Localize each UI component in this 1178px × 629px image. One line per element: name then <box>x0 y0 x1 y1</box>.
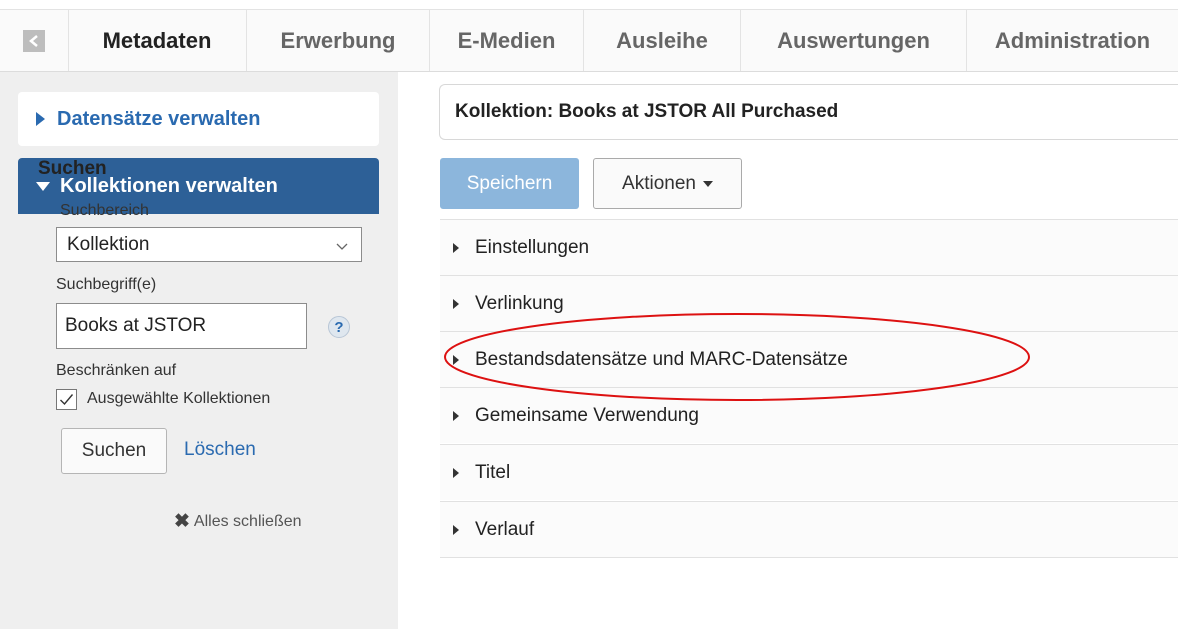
search-section-title: Suchen <box>38 158 107 179</box>
clear-search-link[interactable]: Löschen <box>184 439 256 461</box>
close-all-label: Alles schließen <box>193 512 302 530</box>
tab-administration[interactable]: Administration <box>967 10 1178 71</box>
sidebar: Datensätze verwalten Kollektionen verwal… <box>0 72 398 629</box>
search-term-label: Suchbegriff(e) <box>56 276 157 293</box>
checkmark-icon <box>60 394 74 406</box>
sidebar-item-datensaetze-verwalten[interactable]: Datensätze verwalten <box>18 92 379 146</box>
section-gemeinsame-verwendung[interactable]: Gemeinsame Verwendung <box>440 387 1178 443</box>
top-strip <box>0 0 1178 9</box>
chevron-down-icon <box>335 237 349 259</box>
tab-metadaten[interactable]: Metadaten <box>68 10 247 71</box>
search-button[interactable]: Suchen <box>61 428 167 474</box>
search-scope-select[interactable]: Kollektion <box>56 227 362 262</box>
tab-e-medien[interactable]: E-Medien <box>430 10 584 71</box>
search-scope-value: Kollektion <box>67 233 150 255</box>
top-navigation: Metadaten Erwerbung E-Medien Ausleihe Au… <box>0 9 1178 72</box>
section-verlauf[interactable]: Verlauf <box>440 501 1178 557</box>
close-all-button[interactable]: ✖ Alles schließen <box>174 510 302 533</box>
collapse-left-icon <box>23 29 45 52</box>
restrict-option-label[interactable]: Ausgewählte Kollektionen <box>87 390 270 408</box>
page-title: Kollektion: Books at JSTOR All Purchased <box>455 101 839 122</box>
caret-down-icon <box>36 181 50 191</box>
sidebar-item-label: Datensätze verwalten <box>57 107 261 130</box>
help-icon[interactable]: ? <box>328 316 350 338</box>
section-label: Bestandsdatensätze und MARC-Datensätze <box>475 348 848 370</box>
section-label: Titel <box>475 461 511 483</box>
caret-right-icon <box>36 112 45 126</box>
tab-ausleihe[interactable]: Ausleihe <box>584 10 741 71</box>
save-button[interactable]: Speichern <box>440 158 579 209</box>
caret-right-icon <box>453 242 459 253</box>
caret-right-icon <box>453 524 459 535</box>
section-einstellungen[interactable]: Einstellungen <box>440 219 1178 275</box>
caret-right-icon <box>453 467 459 478</box>
actions-dropdown-button[interactable]: Aktionen <box>593 158 742 209</box>
caret-right-icon <box>453 410 459 421</box>
collection-header: Kollektion: Books at JSTOR All Purchased <box>439 84 1178 140</box>
actions-label: Aktionen <box>622 172 696 194</box>
close-icon: ✖ <box>174 511 190 532</box>
section-bestandsdatensaetze[interactable]: Bestandsdatensätze und MARC-Datensätze <box>440 331 1178 387</box>
section-label: Einstellungen <box>475 236 590 258</box>
search-scope-label: Suchbereich <box>60 202 149 219</box>
caret-right-icon <box>453 354 459 365</box>
section-titel[interactable]: Titel <box>440 444 1178 500</box>
restrict-label: Beschränken auf <box>56 362 177 379</box>
section-verlinkung[interactable]: Verlinkung <box>440 275 1178 331</box>
caret-right-icon <box>453 298 459 309</box>
section-label: Gemeinsame Verwendung <box>475 404 699 426</box>
tab-erwerbung[interactable]: Erwerbung <box>247 10 430 71</box>
search-term-input[interactable] <box>56 303 307 349</box>
tab-auswertungen[interactable]: Auswertungen <box>741 10 967 71</box>
divider <box>440 557 1178 558</box>
caret-down-icon <box>702 180 713 187</box>
collapse-sidebar-button[interactable] <box>0 10 69 71</box>
section-label: Verlauf <box>475 518 535 540</box>
restrict-selected-collections-checkbox[interactable] <box>56 389 77 410</box>
section-label: Verlinkung <box>475 292 564 314</box>
